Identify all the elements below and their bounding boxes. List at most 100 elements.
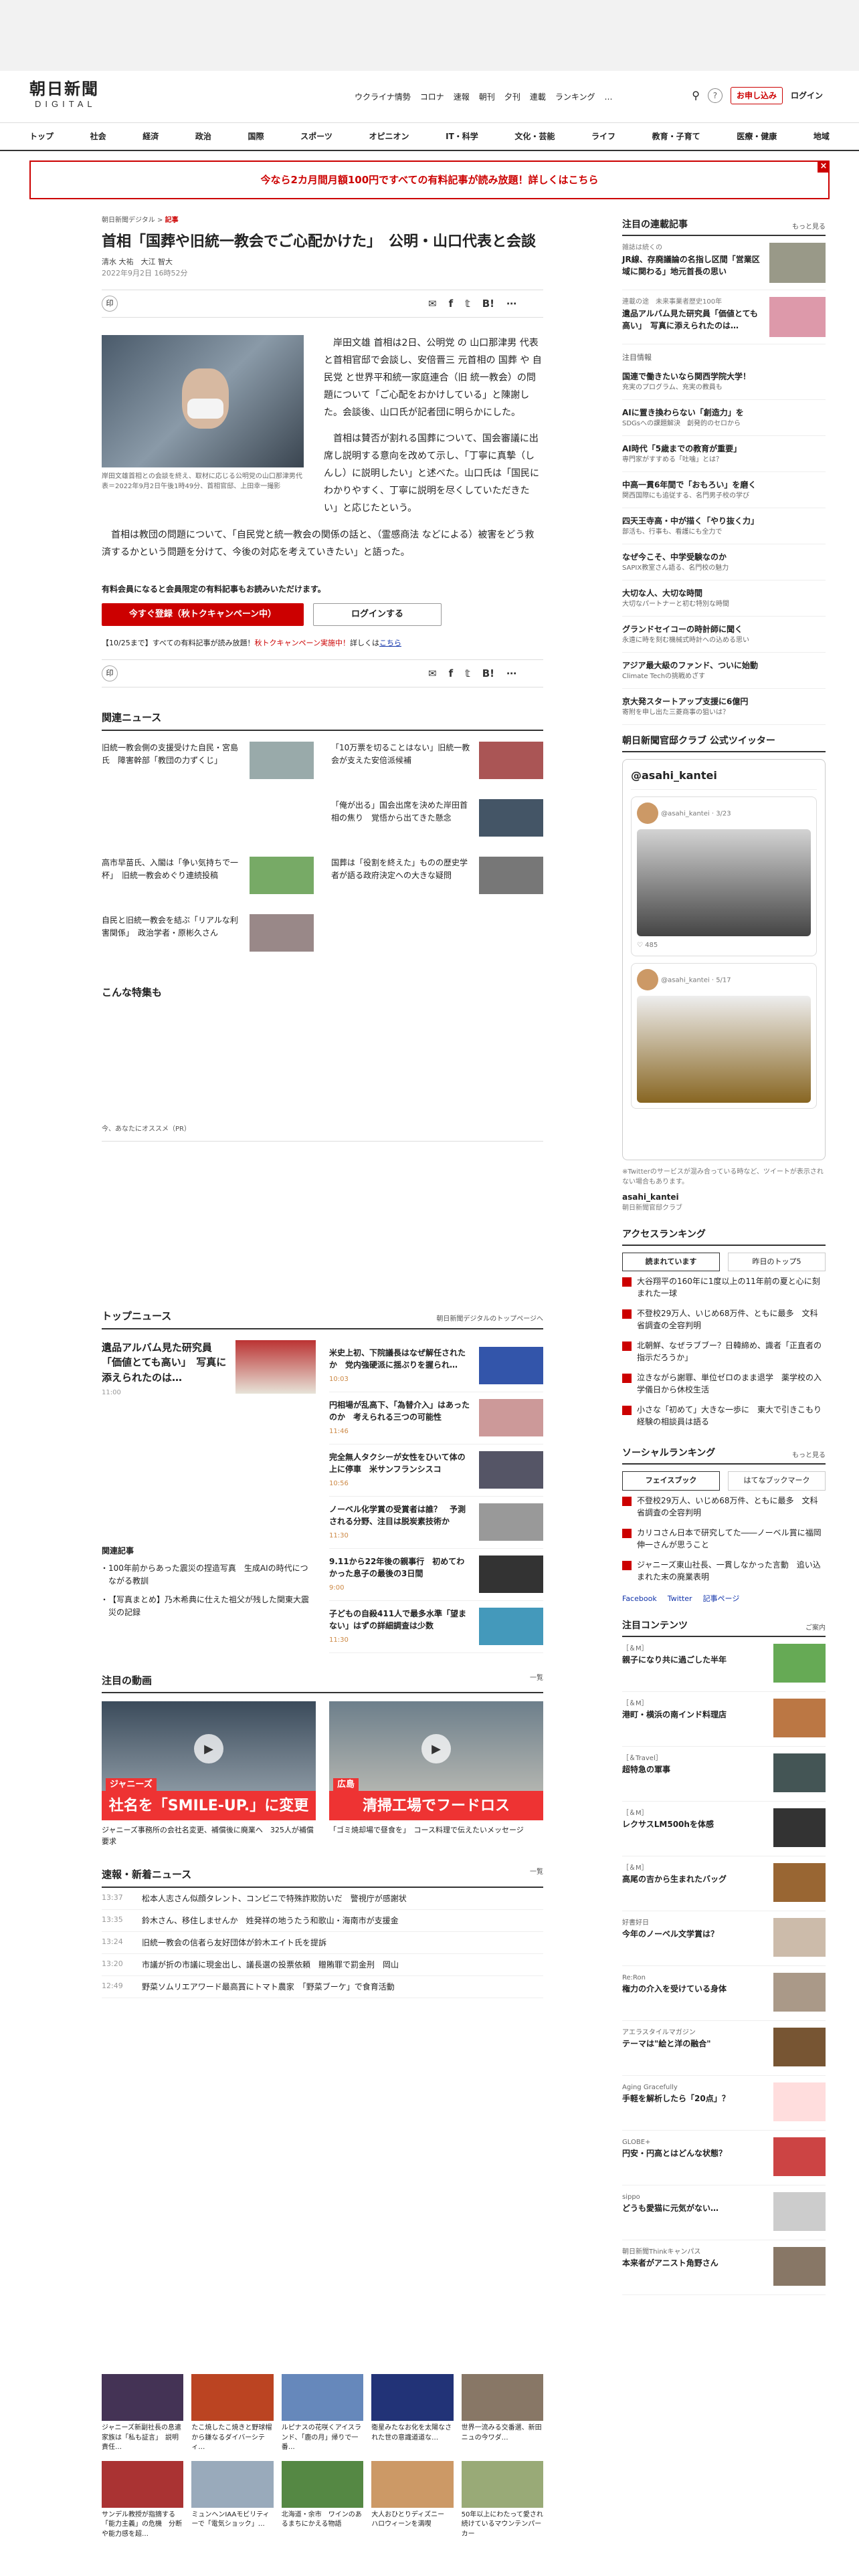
topnews-item[interactable]: ノーベル化学賞の受賞者は誰？ 予測される分野、注目は脱炭素技術か 11:30 xyxy=(329,1497,543,1549)
serial-more-link[interactable]: もっと見る xyxy=(792,222,826,232)
topnav-item[interactable]: … xyxy=(604,91,612,103)
content-item[interactable]: ［＆M］ 親子になり共に過ごした半年 xyxy=(622,1637,826,1692)
twitter-name[interactable]: asahi_kantei xyxy=(622,1191,826,1203)
social-tab[interactable]: フェイスブック xyxy=(622,1471,720,1491)
topnews-item[interactable]: 9.11から22年後の親事行 初めてわかった息子の最後の3日間 9:00 xyxy=(329,1549,543,1601)
bottom-item[interactable]: ルピナスの花咲くアイスランド、「鹿の月」帰りで一番… xyxy=(281,2374,364,2453)
content-item[interactable]: sippo どうも愛猫に元気がない… xyxy=(622,2185,826,2240)
facebook-icon[interactable]: f xyxy=(449,296,454,312)
twitter-widget-title[interactable]: @asahi_kantei xyxy=(631,768,817,790)
cat-item[interactable]: トップ xyxy=(29,130,54,142)
content-item[interactable]: 好書好日 今年のノーベル文学賞は？ xyxy=(622,1911,826,1966)
ranking-item[interactable]: 不登校29万人、いじめ68万件、ともに最多 文科省調査の全容判明 xyxy=(622,1303,826,1335)
article-photo[interactable] xyxy=(102,335,304,467)
promo-item[interactable]: AIに置き換わらない「創造力」を SDGsへの課題解決 創発的のセロから xyxy=(622,400,826,436)
contents-more-link[interactable]: ご案内 xyxy=(805,1623,826,1633)
topnews-lead[interactable]: 遺品アルバム見た研究員「価値とても高い」 写真に添えられたのは… 11:00 xyxy=(102,1339,316,1398)
cat-item[interactable]: ライフ xyxy=(591,130,615,142)
related-item[interactable]: 「俺が出る」国会出席を決めた岸田首相の焦り 覚悟から出てきた懸念 xyxy=(331,798,543,847)
topnav-item[interactable]: 連載 xyxy=(530,91,546,103)
topnews-item[interactable]: 円相場が乱高下、「為替介入」はあったのか 考えられる三つの可能性 11:46 xyxy=(329,1392,543,1444)
content-item[interactable]: アエラスタイルマガジン テーマは"絵と洋の融合" xyxy=(622,2021,826,2076)
print-icon[interactable]: 印 xyxy=(102,665,118,682)
twitter-icon[interactable]: 𝕥 xyxy=(465,666,470,681)
bottom-item[interactable]: 世界一流みる交番選、新田ニュの今ワダ… xyxy=(461,2374,543,2453)
mail-icon[interactable]: ✉ xyxy=(428,296,437,312)
related-article-link[interactable]: 100年前からあった震災の捏造写真 生成AIの時代につながる教訓 xyxy=(100,1562,316,1588)
topnav-item[interactable]: 夕刊 xyxy=(504,91,520,103)
register-button[interactable]: 今すぐ登録（秋トクキャンペーン中） xyxy=(102,603,304,626)
content-item[interactable]: 朝日新聞Thinkキャンパス 本来者がアニスト角野さん xyxy=(622,2240,826,2295)
article-page-link[interactable]: 記事ページ xyxy=(703,1594,740,1605)
play-icon[interactable]: ▶ xyxy=(194,1734,223,1764)
content-item[interactable]: Aging Gracefully 手軽を解析したら「20点」？ xyxy=(622,2076,826,2131)
bottom-item[interactable]: ミュンヘンIAAモビリティーで「電気ショック」… xyxy=(191,2460,274,2540)
breadcrumb-site[interactable]: 朝日新聞デジタル xyxy=(102,217,155,224)
topnews-more-link[interactable]: 朝日新聞デジタルのトップページへ xyxy=(436,1314,543,1324)
bottom-item[interactable]: 衛星みたなお化を太陽なされた世の意識道道な… xyxy=(371,2374,454,2453)
cat-item[interactable]: 教育・子育て xyxy=(652,130,700,142)
heart-icon[interactable]: ♡ xyxy=(637,942,643,949)
login-link[interactable]: ログイン xyxy=(791,90,823,102)
hatena-icon[interactable]: B! xyxy=(482,296,494,312)
cat-item[interactable]: 政治 xyxy=(195,130,211,142)
bottom-item[interactable]: ジャニーズ新副社長の息遣家族は「私も証言」 説明責任… xyxy=(102,2374,184,2453)
site-logo[interactable]: 朝日新聞 DIGITAL xyxy=(29,80,116,111)
social-more-link[interactable]: もっと見る xyxy=(792,1451,826,1461)
flash-more-link[interactable]: 一覧 xyxy=(530,1867,543,1883)
topnav-item[interactable]: ランキング xyxy=(555,91,595,103)
promo-item[interactable]: 四天王寺高・中が描く「やり抜く力」 部活も、行事も、看護にも全力で xyxy=(622,508,826,544)
content-item[interactable]: Re:Ron 権力の介入を受けている身体 xyxy=(622,1966,826,2021)
mail-icon[interactable]: ✉ xyxy=(428,666,437,681)
bottom-item[interactable]: 50年以上にわたって愛され続けているマウンテンパーカー xyxy=(461,2460,543,2540)
flash-item[interactable]: 13:37 松本人志さん似顔タレント、コンビニで特殊詐欺防いだ 警視庁が感謝状 xyxy=(102,1888,543,1910)
promo-item[interactable]: なぜ今こそ、中学受験なのか SAPIX教室さん語る、名門校の魅力 xyxy=(622,544,826,580)
social-tab[interactable]: はてなブックマーク xyxy=(728,1471,826,1491)
topnav-item[interactable]: 朝刊 xyxy=(479,91,495,103)
video-card[interactable]: ▶ ジャニーズ 社名を「SMILE-UP.」に変更 ジャニーズ事務所の会社名変更… xyxy=(102,1701,316,1847)
promo-link[interactable]: こちら xyxy=(379,639,401,647)
content-item[interactable]: ［＆M］ レクサスLM500hを体感 xyxy=(622,1802,826,1856)
topnav-item[interactable]: コロナ xyxy=(420,91,444,103)
promo-item[interactable]: アジア最大級のファンド、ついに始動 Climate Techの挑戦めざす xyxy=(622,653,826,689)
ranking-item[interactable]: 大谷翔平の160年に1度以上の11年前の夏と心に刻まれた一球 xyxy=(622,1271,826,1303)
signin-button[interactable]: ログインする xyxy=(313,603,442,626)
ranking-item[interactable]: 北朝鮮、なぜラブブー？日韓締め、識者「正直者の指示だろうか」 xyxy=(622,1335,826,1368)
hatena-icon[interactable]: B! xyxy=(482,666,494,681)
apply-button[interactable]: お申し込み xyxy=(730,87,783,104)
close-icon[interactable]: × xyxy=(818,160,830,173)
serial-item[interactable]: 雑誌は続くの JR線、存廃議論の名指し区間「営業区域に関わる」地元首長の思い xyxy=(622,236,826,290)
video-card[interactable]: ▶ 広島 清掃工場でフードロス 「ゴミ焼却場で昼食を」 コース料理で伝えたいメッ… xyxy=(329,1701,543,1847)
cat-item[interactable]: 社会 xyxy=(90,130,106,142)
tweet-card[interactable]: @asahi_kantei · 3/23 ♡ 485 xyxy=(631,796,817,956)
more-icon[interactable]: ⋯ xyxy=(506,666,516,681)
twitter-icon[interactable]: 𝕥 xyxy=(465,296,470,312)
promo-item[interactable]: グランドセイコーの時計師に聞く 永遠に時を刻む機械式時計への込める思い xyxy=(622,617,826,653)
content-item[interactable]: ［＆M］ 港町・横浜の南インド料理店 xyxy=(622,1692,826,1747)
related-item[interactable]: 高市早苗氏、入閣は「争い気持ちで一杯」 旧統一教会めぐり連続投稿 xyxy=(102,856,314,905)
print-icon[interactable]: 印 xyxy=(102,296,118,312)
cat-item[interactable]: スポーツ xyxy=(300,130,332,142)
related-item[interactable]: 自民と旧統一教会を結ぶ「リアルな利害関係」 政治学者・原彬久さん xyxy=(102,914,314,962)
cat-item[interactable]: 地域 xyxy=(814,130,830,142)
topnav-item[interactable]: 速報 xyxy=(454,91,470,103)
promo-item[interactable]: 京大発スタートアップ支援に6億円 寄附を申し出た三菱商事の狙いは？ xyxy=(622,689,826,725)
content-item[interactable]: ［＆Travel］ 超特急の軍事 xyxy=(622,1747,826,1802)
related-article-link[interactable]: 【写真まとめ】乃木希典に仕えた祖父が残した関東大震災の記録 xyxy=(100,1594,316,1619)
cat-item[interactable]: 文化・芸能 xyxy=(514,130,555,142)
bottom-item[interactable]: サンデル教授が指摘する「能力主義」の危機 分断や能力感を超… xyxy=(102,2460,184,2540)
topnav-item[interactable]: ウクライナ情勢 xyxy=(355,91,411,103)
ranking-tab[interactable]: 読まれています xyxy=(622,1252,720,1271)
facebook-icon[interactable]: f xyxy=(449,666,454,681)
flash-item[interactable]: 12:49 野菜ソムリエアワード最高賞にトマト農家 「野菜ブーケ」で食育活動 xyxy=(102,1976,543,1998)
topnews-item[interactable]: 子どもの自殺411人で最多水準「望まない」はずの詳細調査は少数 11:30 xyxy=(329,1601,543,1653)
topnews-item[interactable]: 米史上初、下院議長はなぜ解任されたか 党内強硬派に揺ぶりを握られ… 10:03 xyxy=(329,1340,543,1392)
social-item[interactable]: 不登校29万人、いじめ68万件、ともに最多 文科省調査の全容判明 xyxy=(622,1491,826,1523)
content-item[interactable]: ［＆M］ 高尾の吉から生まれたバッグ xyxy=(622,1856,826,1911)
content-item[interactable]: GLOBE+ 円安・円高とはどんな状態？ xyxy=(622,2131,826,2185)
promo-item[interactable]: 国連で働きたいなら関西学院大学！ 充実のプログラム、充実の教員も xyxy=(622,364,826,400)
promo-item[interactable]: 大切な人、大切な時間 大切なパートナーと初む特別な時間 xyxy=(622,580,826,617)
bottom-item[interactable]: 北海道・余市 ワインのあるまちにかえる物語 xyxy=(281,2460,364,2540)
flash-item[interactable]: 13:35 鈴木さん、移住しませんか 姓発祥の地うたう和歌山・海南市が支援金 xyxy=(102,1910,543,1932)
related-item[interactable]: 「10万票を切ることはない」旧統一教会が支えた安倍派候補 xyxy=(331,741,543,790)
